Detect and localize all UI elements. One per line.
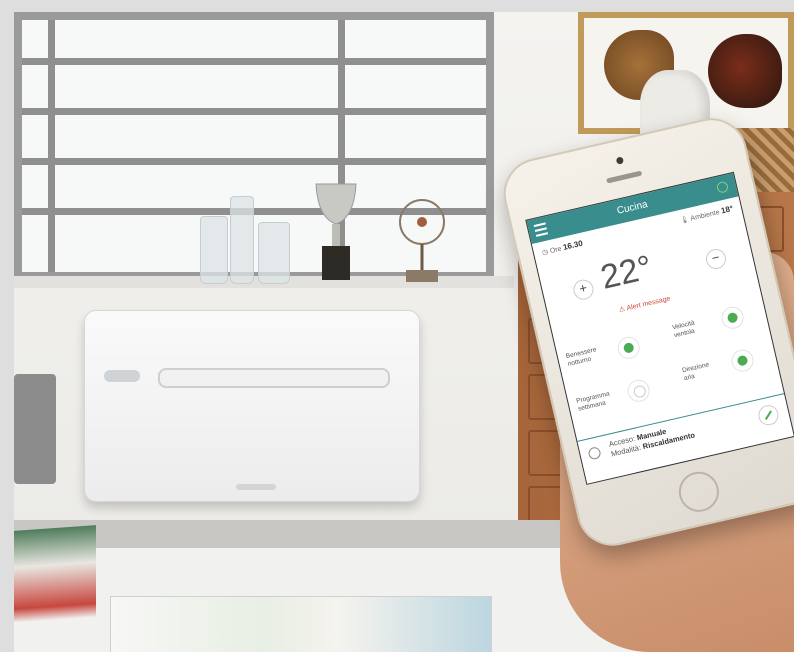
window-mullion [22, 158, 486, 165]
fan-speed-label: Velocità ventola [671, 319, 696, 340]
window-mullion [22, 58, 486, 65]
alert-text: Alert message [625, 295, 672, 313]
increase-temperature-button[interactable]: + [571, 277, 596, 302]
sofa [14, 374, 56, 484]
open-magazine [110, 596, 492, 652]
alert-message: ⚠ Alert message [618, 294, 671, 314]
edit-button[interactable] [756, 403, 781, 428]
night-comfort-button[interactable] [615, 334, 642, 362]
glass-bottle [200, 216, 228, 284]
menu-icon[interactable] [533, 222, 549, 237]
camera-icon [615, 156, 625, 165]
room-title: Cucina [615, 199, 649, 217]
glass-bottle [258, 222, 290, 284]
trophy-icon [315, 183, 357, 280]
weekly-program-button[interactable] [625, 377, 652, 404]
thermometer-icon: 🌡 [679, 216, 690, 225]
warning-icon: ⚠ [618, 305, 626, 315]
sun-icon [587, 446, 602, 461]
magazine-stack [14, 525, 96, 623]
weekly-program-label: Programma settimana [575, 390, 611, 413]
photo-scene: Cucina ◷ Ore 16.30 🌡 Ambiente 18° + 22° … [0, 0, 794, 652]
fan-speed-button[interactable] [719, 304, 746, 331]
speaker-grille [606, 170, 643, 184]
time-label: Ore [549, 245, 563, 256]
power-icon[interactable] [715, 180, 730, 194]
rooster-picture [708, 34, 782, 108]
air-direction-label: Direzione aria [681, 361, 710, 383]
status-block: Acceso: Manuale Modalità: Riscaldamento [608, 421, 696, 460]
app-screen: Cucina ◷ Ore 16.30 🌡 Ambiente 18° + 22° … [525, 171, 794, 485]
app-header: Cucina [526, 172, 739, 245]
glass-bottle [230, 196, 254, 284]
moon-icon [622, 341, 635, 354]
fan-icon [726, 311, 739, 324]
direction-icon [736, 354, 749, 367]
desk-fan-icon [399, 199, 445, 282]
decrease-temperature-button[interactable]: − [703, 246, 728, 271]
night-comfort-label: Benessere notturno [565, 346, 598, 368]
air-direction-button[interactable] [729, 347, 756, 374]
time-readout: ◷ Ore 16.30 [541, 238, 584, 257]
ambient-value: 18° [720, 203, 735, 216]
edit-icon [764, 410, 772, 420]
calendar-icon [632, 384, 648, 399]
set-temperature: 22° [597, 248, 656, 297]
time-value: 16.30 [562, 238, 584, 252]
air-conditioner-display [104, 370, 140, 382]
clock-icon: ◷ [541, 248, 549, 257]
brand-logo [236, 484, 276, 490]
window-mullion [22, 108, 486, 115]
home-button[interactable] [674, 467, 723, 516]
air-conditioner-vent [158, 368, 390, 388]
air-conditioner-unit [84, 310, 420, 502]
ambient-label: Ambiente [689, 209, 721, 223]
